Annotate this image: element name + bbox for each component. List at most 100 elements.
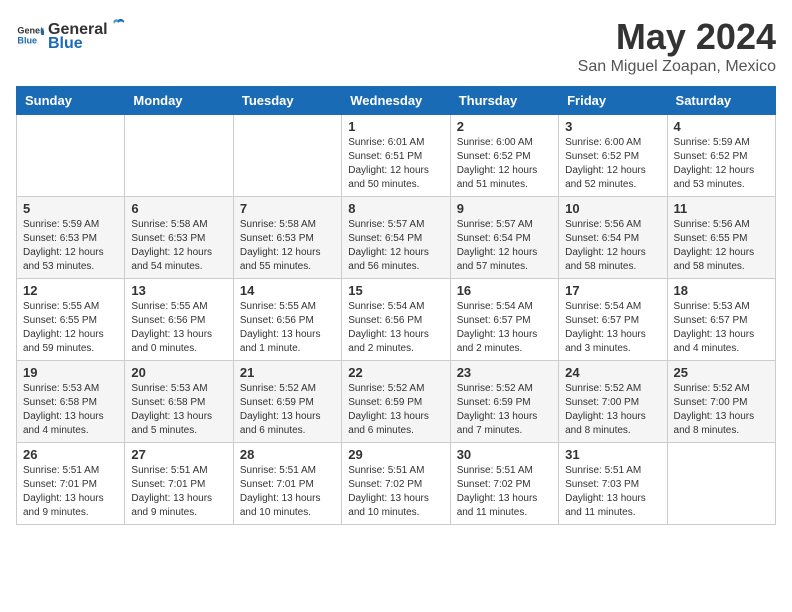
calendar-cell: 11Sunrise: 5:56 AMSunset: 6:55 PMDayligh… xyxy=(667,197,775,279)
weekday-header-row: SundayMondayTuesdayWednesdayThursdayFrid… xyxy=(17,87,776,115)
cell-info: Sunrise: 5:52 AMSunset: 7:00 PMDaylight:… xyxy=(565,382,660,438)
calendar-cell: 5 Sunrise: 5:59 AMSunset: 6:53 PMDaylight… xyxy=(17,197,125,279)
calendar-cell: 29 Sunrise: 5:51 AMSunset: 7:02 PMDayligh… xyxy=(342,443,450,525)
calendar-cell: 28Sunrise: 5:51 AMSunset: 7:01 PMDayligh… xyxy=(233,443,341,525)
day-number: 5 xyxy=(23,201,118,216)
calendar-cell: 6 Sunrise: 5:58 AMSunset: 6:53 PMDaylight… xyxy=(125,197,233,279)
calendar-cell: 12 Sunrise: 5:55 AMSunset: 6:55 PMDayligh… xyxy=(17,279,125,361)
day-number: 3 xyxy=(565,119,660,134)
day-number: 17 xyxy=(565,283,660,298)
week-row-5: 26 Sunrise: 5:51 AMSunset: 7:01 PMDayligh… xyxy=(17,443,776,525)
calendar-cell: 18 Sunrise: 5:53 AMSunset: 6:57 PMDayligh… xyxy=(667,279,775,361)
logo: General Blue General Blue xyxy=(16,16,128,53)
day-number: 21 xyxy=(240,365,335,380)
calendar-cell: 25Sunrise: 5:52 AMSunset: 7:00 PMDayligh… xyxy=(667,361,775,443)
cell-info: Sunrise: 5:51 AMSunset: 7:01 PMDaylight:… xyxy=(131,464,226,520)
day-number: 11 xyxy=(674,201,769,216)
logo-icon: General Blue xyxy=(16,21,44,49)
cell-info: Sunrise: 6:01 AMSunset: 6:51 PMDaylight:… xyxy=(348,136,443,192)
svg-text:Blue: Blue xyxy=(17,35,37,45)
calendar-cell: 13Sunrise: 5:55 AMSunset: 6:56 PMDayligh… xyxy=(125,279,233,361)
cell-info: Sunrise: 5:53 AMSunset: 6:58 PMDaylight:… xyxy=(23,382,118,438)
day-number: 8 xyxy=(348,201,443,216)
day-number: 6 xyxy=(131,201,226,216)
logo-bird-icon xyxy=(109,16,127,34)
cell-info: Sunrise: 5:55 AMSunset: 6:56 PMDaylight:… xyxy=(240,300,335,356)
weekday-header-saturday: Saturday xyxy=(667,87,775,115)
calendar-cell: 26 Sunrise: 5:51 AMSunset: 7:01 PMDayligh… xyxy=(17,443,125,525)
cell-info: Sunrise: 5:59 AMSunset: 6:52 PMDaylight:… xyxy=(674,136,769,192)
month-title: May 2024 xyxy=(578,16,776,58)
cell-info: Sunrise: 5:56 AMSunset: 6:54 PMDaylight:… xyxy=(565,218,660,274)
cell-info: Sunrise: 5:51 AMSunset: 7:03 PMDaylight:… xyxy=(565,464,660,520)
location-title: San Miguel Zoapan, Mexico xyxy=(578,58,776,76)
calendar-cell: 23Sunrise: 5:52 AMSunset: 6:59 PMDayligh… xyxy=(450,361,558,443)
calendar-cell: 3 Sunrise: 6:00 AMSunset: 6:52 PMDaylight… xyxy=(559,115,667,197)
cell-info: Sunrise: 6:00 AMSunset: 6:52 PMDaylight:… xyxy=(457,136,552,192)
weekday-header-friday: Friday xyxy=(559,87,667,115)
weekday-header-sunday: Sunday xyxy=(17,87,125,115)
calendar-cell: 20 Sunrise: 5:53 AMSunset: 6:58 PMDayligh… xyxy=(125,361,233,443)
cell-info: Sunrise: 5:53 AMSunset: 6:57 PMDaylight:… xyxy=(674,300,769,356)
weekday-header-tuesday: Tuesday xyxy=(233,87,341,115)
calendar-cell: 19 Sunrise: 5:53 AMSunset: 6:58 PMDayligh… xyxy=(17,361,125,443)
cell-info: Sunrise: 5:51 AMSunset: 7:01 PMDaylight:… xyxy=(240,464,335,520)
cell-info: Sunrise: 5:51 AMSunset: 7:02 PMDaylight:… xyxy=(348,464,443,520)
day-number: 19 xyxy=(23,365,118,380)
day-number: 26 xyxy=(23,447,118,462)
weekday-header-monday: Monday xyxy=(125,87,233,115)
cell-info: Sunrise: 5:55 AMSunset: 6:55 PMDaylight:… xyxy=(23,300,118,356)
day-number: 9 xyxy=(457,201,552,216)
calendar-cell: 15 Sunrise: 5:54 AMSunset: 6:56 PMDayligh… xyxy=(342,279,450,361)
calendar-cell: 2 Sunrise: 6:00 AMSunset: 6:52 PMDaylight… xyxy=(450,115,558,197)
day-number: 30 xyxy=(457,447,552,462)
day-number: 20 xyxy=(131,365,226,380)
svg-text:General: General xyxy=(17,25,44,35)
day-number: 7 xyxy=(240,201,335,216)
cell-info: Sunrise: 5:58 AMSunset: 6:53 PMDaylight:… xyxy=(240,218,335,274)
calendar-cell xyxy=(17,115,125,197)
cell-info: Sunrise: 5:51 AMSunset: 7:02 PMDaylight:… xyxy=(457,464,552,520)
calendar-cell: 17 Sunrise: 5:54 AMSunset: 6:57 PMDayligh… xyxy=(559,279,667,361)
calendar-cell: 7 Sunrise: 5:58 AMSunset: 6:53 PMDaylight… xyxy=(233,197,341,279)
cell-info: Sunrise: 5:51 AMSunset: 7:01 PMDaylight:… xyxy=(23,464,118,520)
cell-info: Sunrise: 5:57 AMSunset: 6:54 PMDaylight:… xyxy=(457,218,552,274)
title-area: May 2024 San Miguel Zoapan, Mexico xyxy=(578,16,776,76)
week-row-3: 12 Sunrise: 5:55 AMSunset: 6:55 PMDayligh… xyxy=(17,279,776,361)
cell-info: Sunrise: 5:52 AMSunset: 6:59 PMDaylight:… xyxy=(348,382,443,438)
calendar-cell xyxy=(233,115,341,197)
day-number: 13 xyxy=(131,283,226,298)
day-number: 4 xyxy=(674,119,769,134)
week-row-2: 5 Sunrise: 5:59 AMSunset: 6:53 PMDaylight… xyxy=(17,197,776,279)
day-number: 2 xyxy=(457,119,552,134)
day-number: 10 xyxy=(565,201,660,216)
week-row-4: 19 Sunrise: 5:53 AMSunset: 6:58 PMDayligh… xyxy=(17,361,776,443)
cell-info: Sunrise: 5:54 AMSunset: 6:56 PMDaylight:… xyxy=(348,300,443,356)
day-number: 12 xyxy=(23,283,118,298)
cell-info: Sunrise: 5:58 AMSunset: 6:53 PMDaylight:… xyxy=(131,218,226,274)
day-number: 15 xyxy=(348,283,443,298)
day-number: 27 xyxy=(131,447,226,462)
calendar-cell xyxy=(125,115,233,197)
day-number: 29 xyxy=(348,447,443,462)
week-row-1: 1 Sunrise: 6:01 AMSunset: 6:51 PMDaylight… xyxy=(17,115,776,197)
calendar-cell: 4 Sunrise: 5:59 AMSunset: 6:52 PMDaylight… xyxy=(667,115,775,197)
calendar-cell: 24 Sunrise: 5:52 AMSunset: 7:00 PMDayligh… xyxy=(559,361,667,443)
calendar-cell: 30 Sunrise: 5:51 AMSunset: 7:02 PMDayligh… xyxy=(450,443,558,525)
calendar-cell: 14Sunrise: 5:55 AMSunset: 6:56 PMDayligh… xyxy=(233,279,341,361)
day-number: 24 xyxy=(565,365,660,380)
day-number: 23 xyxy=(457,365,552,380)
cell-info: Sunrise: 5:57 AMSunset: 6:54 PMDaylight:… xyxy=(348,218,443,274)
calendar-cell: 1 Sunrise: 6:01 AMSunset: 6:51 PMDaylight… xyxy=(342,115,450,197)
cell-info: Sunrise: 5:59 AMSunset: 6:53 PMDaylight:… xyxy=(23,218,118,274)
calendar-cell: 31Sunrise: 5:51 AMSunset: 7:03 PMDayligh… xyxy=(559,443,667,525)
cell-info: Sunrise: 6:00 AMSunset: 6:52 PMDaylight:… xyxy=(565,136,660,192)
day-number: 18 xyxy=(674,283,769,298)
day-number: 22 xyxy=(348,365,443,380)
calendar-cell: 27 Sunrise: 5:51 AMSunset: 7:01 PMDayligh… xyxy=(125,443,233,525)
cell-info: Sunrise: 5:54 AMSunset: 6:57 PMDaylight:… xyxy=(565,300,660,356)
cell-info: Sunrise: 5:52 AMSunset: 7:00 PMDaylight:… xyxy=(674,382,769,438)
cell-info: Sunrise: 5:54 AMSunset: 6:57 PMDaylight:… xyxy=(457,300,552,356)
day-number: 1 xyxy=(348,119,443,134)
cell-info: Sunrise: 5:53 AMSunset: 6:58 PMDaylight:… xyxy=(131,382,226,438)
